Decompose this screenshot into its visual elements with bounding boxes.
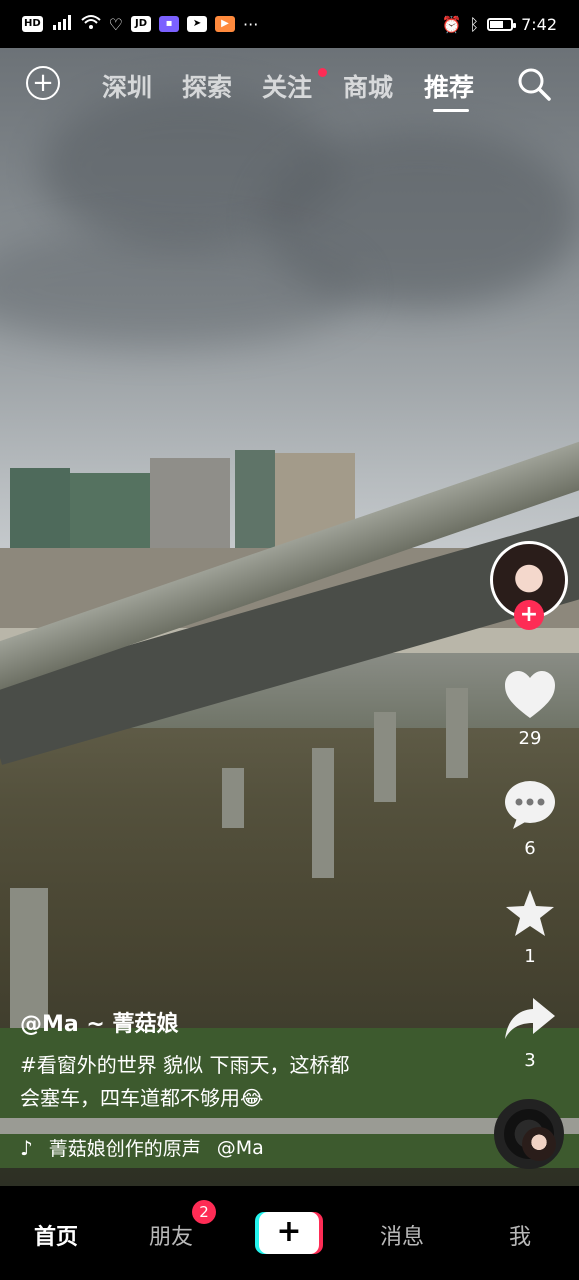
top-nav: + 深圳 探索 关注 商城 推荐 — [0, 58, 579, 114]
tab-explore[interactable]: 探索 — [182, 68, 232, 104]
author-name[interactable]: @Ma ~ 菁菇娘 — [20, 1006, 179, 1038]
bluetooth-icon: ᛒ — [469, 14, 480, 34]
app-icon-3: ▶ — [215, 16, 236, 32]
create-button[interactable]: + — [255, 1212, 323, 1254]
hd-icon: HD — [22, 16, 43, 32]
music-info[interactable]: ♪ 菁菇娘创作的原声 @Ma — [20, 1134, 264, 1161]
more-icon: ··· — [243, 14, 259, 34]
like-button[interactable]: 29 — [500, 670, 560, 749]
music-cover — [522, 1127, 556, 1161]
favorite-count: 1 — [524, 946, 536, 967]
wifi-icon — [81, 14, 101, 34]
music-author: @Ma — [216, 1136, 264, 1159]
caption-line-2: 会塞车，四车道都不够用😂 — [20, 1086, 264, 1110]
following-notification-dot — [318, 68, 327, 77]
share-arrow-icon — [503, 998, 557, 1046]
nav-messages[interactable]: 消息 — [380, 1219, 424, 1251]
favorite-button[interactable]: 1 — [500, 888, 560, 967]
music-disc[interactable] — [494, 1099, 564, 1169]
tab-shenzhen[interactable]: 深圳 — [102, 68, 152, 104]
comment-button[interactable]: 6 — [500, 780, 560, 859]
nav-me[interactable]: 我 — [509, 1219, 531, 1251]
tab-mall[interactable]: 商城 — [343, 68, 393, 104]
nav-friends[interactable]: 朋友 — [149, 1219, 193, 1251]
comment-icon — [503, 781, 557, 834]
follow-button[interactable]: + — [514, 600, 544, 630]
app-icon-1: ▪ — [159, 16, 180, 32]
jd-icon: JD — [131, 16, 152, 32]
app-icon-2: ➤ — [187, 16, 208, 32]
alarm-icon: ⏰ — [441, 14, 462, 34]
search-icon[interactable] — [516, 66, 552, 102]
music-title: 菁菇娘创作的原声 — [48, 1138, 201, 1160]
battery-icon — [487, 17, 517, 31]
status-bar: HD ♡ JD ▪ ➤ ▶ ··· ⏰ ᛒ 7:42 — [0, 0, 579, 48]
caption-line-1: #看窗外的世界 貌似 下雨天，这桥都 — [20, 1053, 350, 1077]
like-count: 29 — [518, 728, 542, 749]
clock: 7:42 — [521, 14, 557, 34]
heart-icon — [503, 671, 557, 724]
friends-badge: 2 — [192, 1200, 216, 1224]
nav-home[interactable]: 首页 — [34, 1219, 78, 1251]
comment-count: 6 — [524, 838, 536, 859]
tab-following[interactable]: 关注 — [262, 68, 312, 104]
share-count: 3 — [524, 1050, 536, 1071]
plus-icon: + — [259, 1212, 319, 1254]
active-tab-indicator — [433, 109, 469, 112]
share-button[interactable]: 3 — [500, 996, 560, 1071]
music-note-icon: ♪ — [20, 1135, 33, 1160]
health-icon: ♡ — [108, 14, 124, 34]
tab-recommend[interactable]: 推荐 — [424, 68, 474, 104]
5g-signal-icon — [51, 14, 73, 34]
post-caption: #看窗外的世界 貌似 下雨天，这桥都 会塞车，四车道都不够用😂 — [20, 1049, 440, 1115]
add-icon[interactable]: + — [26, 66, 60, 100]
star-icon — [504, 890, 556, 942]
